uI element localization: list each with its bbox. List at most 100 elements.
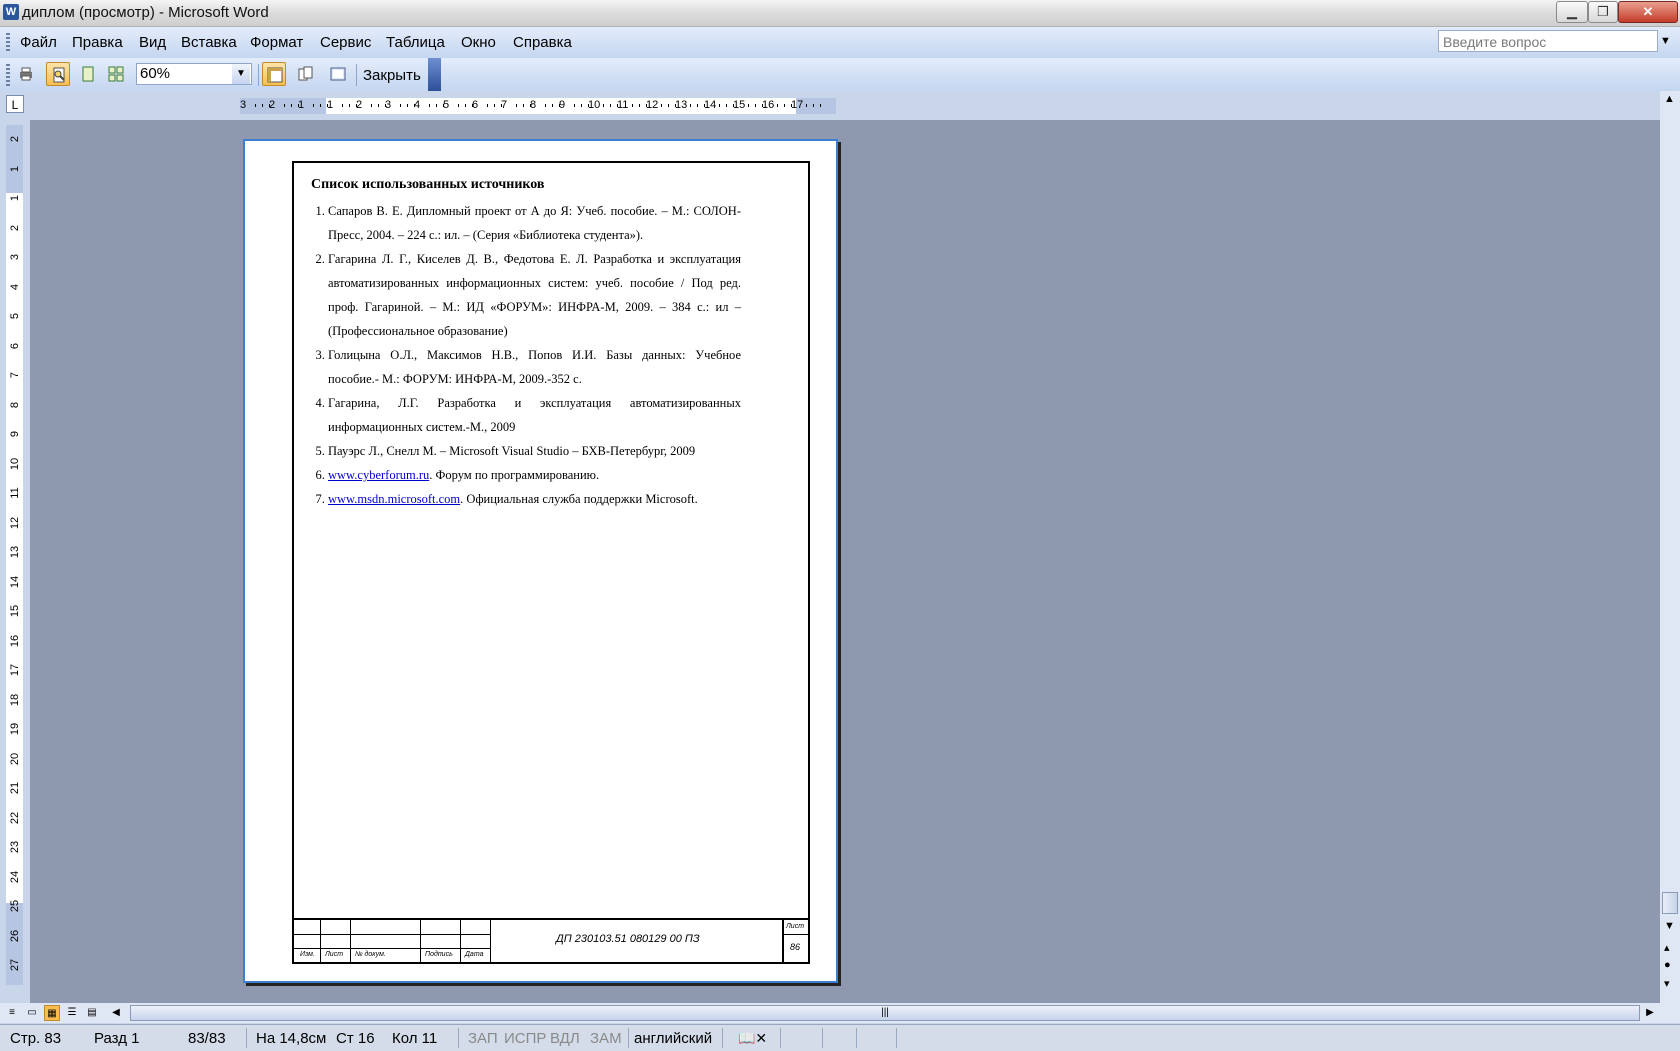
maximize-button[interactable]: ❐ (1588, 1, 1618, 23)
ruler-tick-mark (342, 104, 343, 107)
zoom-dropdown-icon[interactable]: ▼ (232, 64, 250, 84)
ruler-tick-label: 20 (9, 752, 21, 765)
scroll-right-icon[interactable]: ▶ (1642, 1005, 1658, 1021)
horizontal-scrollbar[interactable]: ≡ ▭ ▦ ☰ ▤ ◀ ||| ▶ (0, 1003, 1680, 1023)
menu-grip[interactable] (6, 33, 10, 53)
ruler-tick-mark (603, 104, 604, 107)
help-question-input[interactable]: Введите вопрос (1438, 30, 1658, 52)
status-section: Разд 1 (94, 1030, 140, 1047)
ruler-tick-label: 8 (530, 99, 537, 111)
outline-view-icon[interactable]: ☰ (64, 1005, 80, 1021)
menu-file[interactable]: Файл (20, 34, 57, 51)
list-item: Гагарина, Л.Г. Разработка и эксплуатация… (328, 391, 741, 439)
one-page-icon (82, 66, 94, 82)
next-page-icon[interactable]: ▾ (1664, 977, 1670, 990)
ruler-tick-label: 7 (501, 99, 508, 111)
document-body[interactable]: Список использованных источников Сапаров… (311, 177, 741, 511)
full-screen-icon (330, 67, 346, 81)
stamp-cell (490, 920, 491, 962)
vertical-scroll-thumb[interactable] (1662, 892, 1678, 914)
view-ruler-button[interactable] (262, 62, 286, 86)
word-app-icon[interactable]: W (3, 4, 19, 20)
status-language[interactable]: английский (634, 1030, 712, 1047)
ruler-tick-label: 27 (9, 958, 21, 972)
title-bar: W диплом (просмотр) - Microsoft Word ▁ ❐… (0, 0, 1680, 27)
status-bar: Стр. 83 Разд 1 83/83 На 14,8см Ст 16 Кол… (0, 1024, 1680, 1051)
full-screen-button[interactable] (326, 62, 350, 86)
reading-view-icon[interactable]: ▤ (84, 1005, 100, 1021)
close-preview-button[interactable]: Закрыть (363, 67, 421, 84)
web-view-icon[interactable]: ▭ (24, 1005, 40, 1021)
ruler-tick-label: 3 (385, 99, 392, 111)
menu-edit[interactable]: Правка (72, 34, 123, 51)
ruler-tick-label: 16 (762, 99, 775, 111)
status-line: Ст 16 (336, 1030, 375, 1047)
status-position: На 14,8см (256, 1030, 327, 1047)
status-overtype[interactable]: ЗАМ (590, 1030, 622, 1047)
sheet-label: Лист (786, 923, 805, 930)
vertical-scrollbar[interactable]: ▲ ▼ ▴ ● ▾ (1660, 91, 1680, 1003)
scroll-up-icon[interactable]: ▲ (1664, 93, 1675, 105)
ruler-tick-label: 14 (9, 575, 21, 588)
stamp-cell (420, 920, 421, 962)
select-browse-object-icon[interactable]: ● (1664, 959, 1671, 971)
ruler-tick-label: 9 (9, 430, 21, 438)
menu-table[interactable]: Таблица (386, 34, 445, 51)
status-record-macro[interactable]: ЗАП (468, 1030, 498, 1047)
ruler-tick-mark (755, 104, 756, 107)
status-separator (722, 1028, 723, 1048)
shrink-to-fit-button[interactable] (294, 62, 318, 86)
ruler-tick-mark (545, 104, 546, 107)
ruler-tick-mark (813, 104, 814, 107)
horizontal-scroll-thumb[interactable]: ||| (130, 1005, 1640, 1021)
ruler-tick-label: 21 (9, 781, 21, 795)
list-item-text: Сапаров В. Е. Дипломный проект от А до Я… (328, 204, 741, 242)
horizontal-ruler[interactable]: 3 2 1 1 2 3 4 5 6 7 8 9 10 11 12 13 14 15 16 17 (240, 98, 836, 114)
magnifier-button[interactable] (46, 62, 70, 86)
toolbar-grip[interactable] (6, 64, 10, 86)
menu-view[interactable]: Вид (139, 34, 166, 51)
ruler-tick-label: 9 (559, 99, 566, 111)
previous-page-icon[interactable]: ▴ (1664, 941, 1670, 954)
status-separator (896, 1028, 897, 1048)
list-item: Пауэрс Л., Снелл М. – Microsoft Visual S… (328, 439, 741, 463)
tab-stop-selector[interactable]: L (6, 95, 24, 113)
ruler-tick-label: 24 (9, 870, 21, 883)
list-item-text: Пауэрс Л., Снелл М. – Microsoft Visual S… (328, 444, 696, 458)
minimize-button[interactable]: ▁ (1556, 1, 1588, 23)
status-extend-selection[interactable]: ВДЛ (550, 1030, 580, 1047)
vertical-ruler[interactable]: 2 1 1 2 3 4 5 6 7 8 9 10 11 12 13 14 15 16 17 18 19 20 21 22 23 2… (6, 125, 23, 985)
help-dropdown-icon[interactable]: ▼ (1660, 35, 1671, 47)
ruler-tick-label: 2 (9, 224, 21, 231)
shrink-pages-icon (298, 66, 313, 81)
one-page-button[interactable] (76, 62, 100, 86)
ruler-tick-mark (349, 104, 350, 107)
multiple-pages-icon (108, 66, 124, 82)
toolbar-options-icon[interactable] (428, 58, 441, 91)
menu-help[interactable]: Справка (513, 34, 572, 51)
document-page[interactable]: Изм. Лист № докум. Подпись Дата ДП 23010… (243, 139, 838, 983)
msdn-link[interactable]: www.msdn.microsoft.com (328, 492, 460, 506)
print-button[interactable] (14, 62, 38, 86)
spelling-check-icon[interactable]: 📖✕ (738, 1030, 767, 1047)
ruler-tick-mark (320, 104, 321, 107)
close-window-button[interactable]: ✕ (1618, 1, 1678, 23)
toolbar-separator (258, 64, 259, 86)
ruler-tick-label: 11 (9, 487, 21, 499)
scroll-left-icon[interactable]: ◀ (108, 1005, 124, 1021)
bottom-margin-area (6, 903, 23, 985)
ruler-tick-label: 3 (240, 99, 247, 111)
menu-insert[interactable]: Вставка (181, 34, 237, 51)
ruler-tick-label: 18 (9, 693, 21, 706)
menu-window[interactable]: Окно (461, 34, 496, 51)
status-track-changes[interactable]: ИСПР (504, 1030, 546, 1047)
ruler-tick-mark (632, 104, 633, 107)
cyberforum-link[interactable]: www.cyberforum.ru (328, 468, 429, 482)
print-layout-icon[interactable]: ▦ (44, 1005, 60, 1021)
menu-format[interactable]: Формат (250, 34, 303, 51)
multiple-pages-button[interactable] (104, 62, 128, 86)
ruler-tick-mark (610, 104, 611, 107)
scroll-down-icon[interactable]: ▼ (1664, 920, 1675, 932)
normal-view-icon[interactable]: ≡ (4, 1005, 20, 1021)
menu-tools[interactable]: Сервис (320, 34, 371, 51)
